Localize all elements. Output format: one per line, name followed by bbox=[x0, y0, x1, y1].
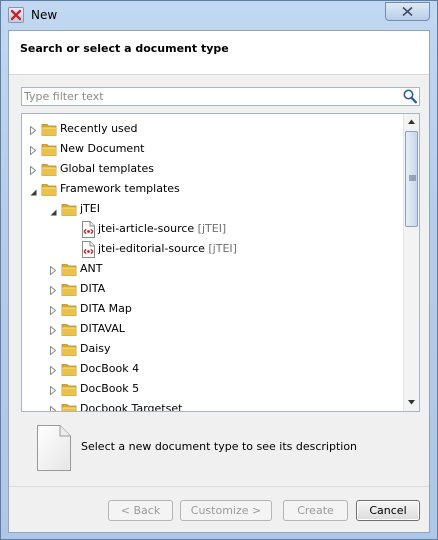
description-text: Select a new document type to see its de… bbox=[81, 440, 358, 453]
back-button[interactable]: < Back bbox=[108, 500, 173, 521]
tree-folder-item[interactable]: DocBook 4 bbox=[22, 359, 402, 379]
collapsed-arrow-icon[interactable] bbox=[50, 285, 57, 298]
framework-suffix: [jTEI] bbox=[197, 222, 227, 235]
tree-folder-item[interactable]: Daisy bbox=[22, 339, 402, 359]
tree-folder-item[interactable]: DITAVAL bbox=[22, 319, 402, 339]
collapsed-arrow-icon[interactable] bbox=[50, 345, 57, 358]
tree-item-label: jTEI bbox=[80, 202, 100, 215]
new-dialog-window: New Search or select a document type Rec… bbox=[0, 0, 438, 540]
tree-folder-item[interactable]: ANT bbox=[22, 259, 402, 279]
tree-folder-item[interactable]: DITA bbox=[22, 279, 402, 299]
expanded-arrow-icon[interactable] bbox=[30, 186, 37, 199]
collapsed-arrow-icon[interactable] bbox=[50, 265, 57, 278]
collapsed-arrow-icon[interactable] bbox=[50, 405, 57, 411]
tree-folder-item[interactable]: DocBook 5 bbox=[22, 379, 402, 399]
document-type-name: jtei-editorial-source bbox=[98, 242, 205, 255]
tree-item-label: Global templates bbox=[60, 162, 154, 175]
tree-item-label: jtei-article-source [jTEI] bbox=[98, 222, 226, 235]
document-type-name: jtei-article-source bbox=[98, 222, 195, 235]
arrow-down-icon bbox=[408, 400, 415, 405]
tree-folder-item[interactable]: New Document bbox=[22, 139, 402, 159]
tree-item-label: New Document bbox=[60, 142, 145, 155]
tree-item-label: jtei-editorial-source [jTEI] bbox=[98, 242, 237, 255]
collapsed-arrow-icon[interactable] bbox=[50, 325, 57, 338]
tree-scrollbar[interactable] bbox=[403, 114, 419, 411]
expanded-arrow-icon[interactable] bbox=[50, 206, 57, 219]
blank-document-icon bbox=[37, 425, 71, 471]
create-button[interactable]: Create bbox=[283, 500, 348, 521]
folder-icon bbox=[41, 161, 57, 180]
xml-document-icon bbox=[80, 221, 96, 241]
folder-icon bbox=[41, 181, 57, 200]
tree-item-label: Recently used bbox=[60, 122, 138, 135]
folder-icon bbox=[61, 341, 77, 360]
folder-icon bbox=[61, 301, 77, 320]
customize-button[interactable]: Customize > bbox=[180, 500, 272, 521]
scroll-down-button[interactable] bbox=[404, 395, 419, 411]
tree-item-label: Framework templates bbox=[60, 182, 180, 195]
tree-document-item[interactable]: jtei-article-source [jTEI] bbox=[22, 219, 402, 239]
folder-icon bbox=[61, 381, 77, 400]
tree-item-label: Docbook Targetset bbox=[80, 402, 183, 412]
filter-field[interactable] bbox=[21, 87, 420, 106]
tree-item-label: DITA bbox=[80, 282, 106, 295]
tree-item-label: DocBook 5 bbox=[80, 382, 140, 395]
title-bar[interactable]: New bbox=[1, 1, 437, 31]
folder-icon bbox=[41, 121, 57, 140]
folder-icon bbox=[61, 261, 77, 280]
grip-icon bbox=[409, 175, 416, 181]
tree-folder-item[interactable]: jTEI bbox=[22, 199, 402, 219]
collapsed-arrow-icon[interactable] bbox=[50, 385, 57, 398]
tree-document-item[interactable]: jtei-editorial-source [jTEI] bbox=[22, 239, 402, 259]
tree-folder-item[interactable]: DITA Map bbox=[22, 299, 402, 319]
arrow-up-icon bbox=[408, 119, 415, 124]
folder-icon bbox=[61, 281, 77, 300]
folder-icon bbox=[61, 361, 77, 380]
close-icon bbox=[402, 7, 413, 16]
framework-suffix: [jTEI] bbox=[208, 242, 237, 255]
dialog-client-area: Search or select a document type Recentl… bbox=[8, 30, 430, 533]
collapsed-arrow-icon[interactable] bbox=[30, 165, 37, 178]
tree-folder-item[interactable]: Framework templates bbox=[22, 179, 402, 199]
folder-icon bbox=[61, 321, 77, 340]
folder-icon bbox=[61, 401, 77, 411]
tree-item-label: DITAVAL bbox=[80, 322, 125, 335]
close-button[interactable] bbox=[385, 2, 430, 21]
tree-folder-item[interactable]: Recently used bbox=[22, 119, 402, 139]
tree-item-label: ANT bbox=[80, 262, 103, 275]
collapsed-arrow-icon[interactable] bbox=[30, 145, 37, 158]
tree-folder-item[interactable]: Docbook Targetset bbox=[22, 399, 402, 412]
folder-icon bbox=[41, 141, 57, 160]
cancel-button[interactable]: Cancel bbox=[356, 500, 420, 521]
folder-icon bbox=[61, 201, 77, 220]
window-title: New bbox=[31, 8, 58, 22]
collapsed-arrow-icon[interactable] bbox=[30, 125, 37, 138]
header-panel: Search or select a document type bbox=[9, 31, 429, 75]
tree-item-label: Daisy bbox=[80, 342, 111, 355]
collapsed-arrow-icon[interactable] bbox=[50, 365, 57, 378]
xml-document-icon bbox=[80, 241, 96, 261]
separator bbox=[9, 486, 429, 487]
collapsed-arrow-icon[interactable] bbox=[50, 305, 57, 318]
filter-input[interactable] bbox=[24, 89, 394, 104]
tree-folder-item[interactable]: Global templates bbox=[22, 159, 402, 179]
scroll-thumb[interactable] bbox=[405, 131, 418, 227]
tree-item-label: DITA Map bbox=[80, 302, 132, 315]
document-type-tree[interactable]: Recently used New Document Global template… bbox=[21, 113, 420, 412]
oxygen-app-icon bbox=[8, 7, 24, 23]
scroll-up-button[interactable] bbox=[404, 114, 419, 130]
tree-item-label: DocBook 4 bbox=[80, 362, 140, 375]
search-icon[interactable] bbox=[403, 89, 417, 104]
header-title: Search or select a document type bbox=[20, 42, 229, 55]
